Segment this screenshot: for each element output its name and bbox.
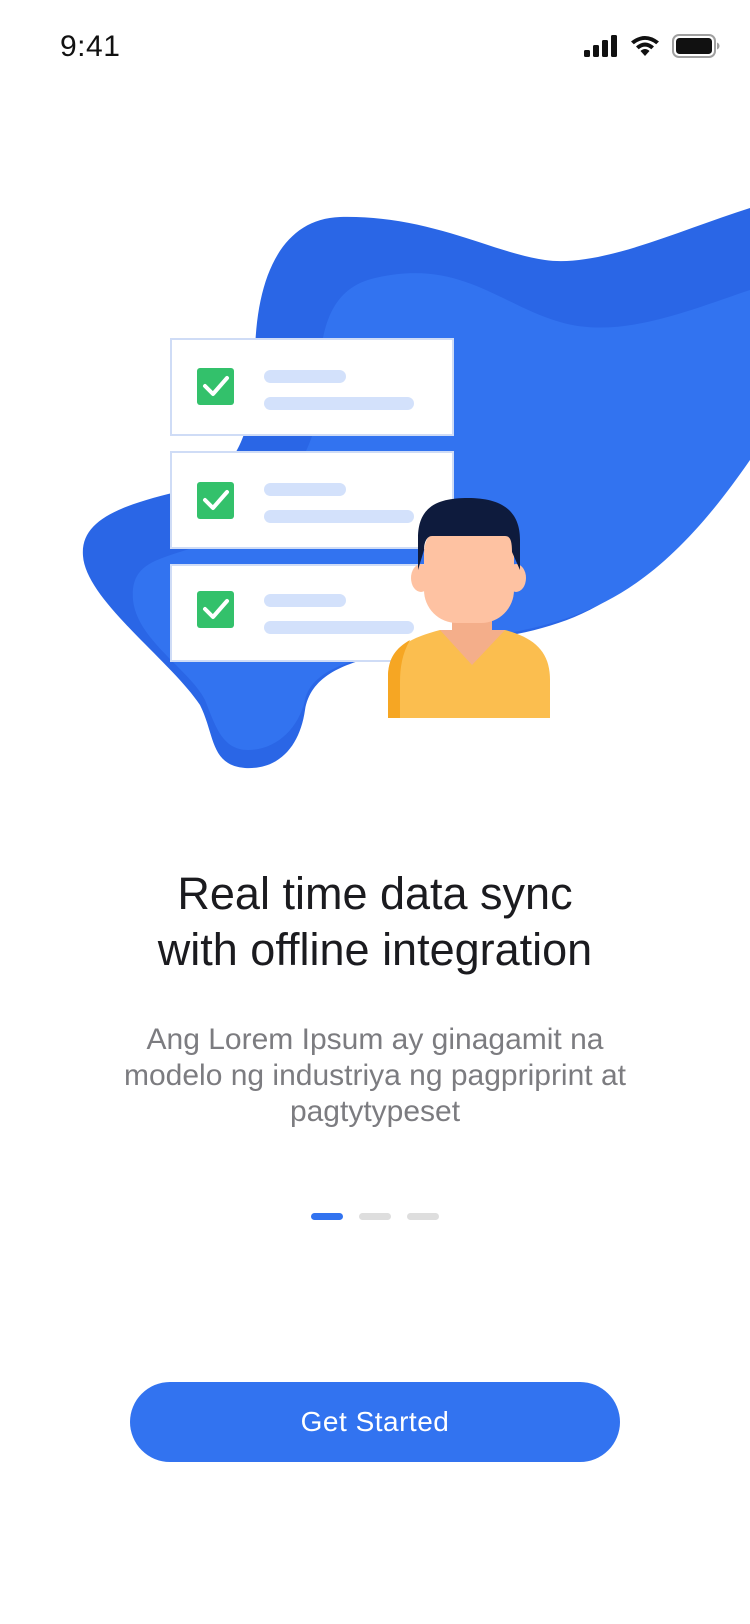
status-time: 9:41 [60,30,121,63]
onboarding-title: Real time data sync with offline integra… [0,866,750,978]
description-line-1: Ang Lorem Ipsum ay ginagamit na [146,1023,604,1056]
get-started-button[interactable]: Get Started [130,1382,620,1462]
description-line-2: modelo ng industriya ng pagpriprint at [124,1059,626,1092]
checklist-card-1 [170,338,454,436]
page-indicator-dot-3[interactable] [407,1213,439,1220]
wifi-icon [631,36,659,56]
onboarding-illustration [82,208,750,769]
cellular-signal-icon [584,35,617,57]
page-indicator-dot-1[interactable] [311,1213,343,1220]
battery-icon [672,34,720,58]
description-line-3: pagtytypeset [289,1095,461,1128]
title-line-2: with offline integration [157,924,593,975]
title-line-1: Real time data sync [177,868,573,919]
onboarding-description: Ang Lorem Ipsum ay ginagamit na modelo n… [75,1022,675,1130]
page-indicator [0,1213,750,1220]
page-indicator-dot-2[interactable] [359,1213,391,1220]
checklist-card-2 [170,451,454,549]
status-bar: 9:41 [0,0,750,96]
status-icons [584,33,720,59]
